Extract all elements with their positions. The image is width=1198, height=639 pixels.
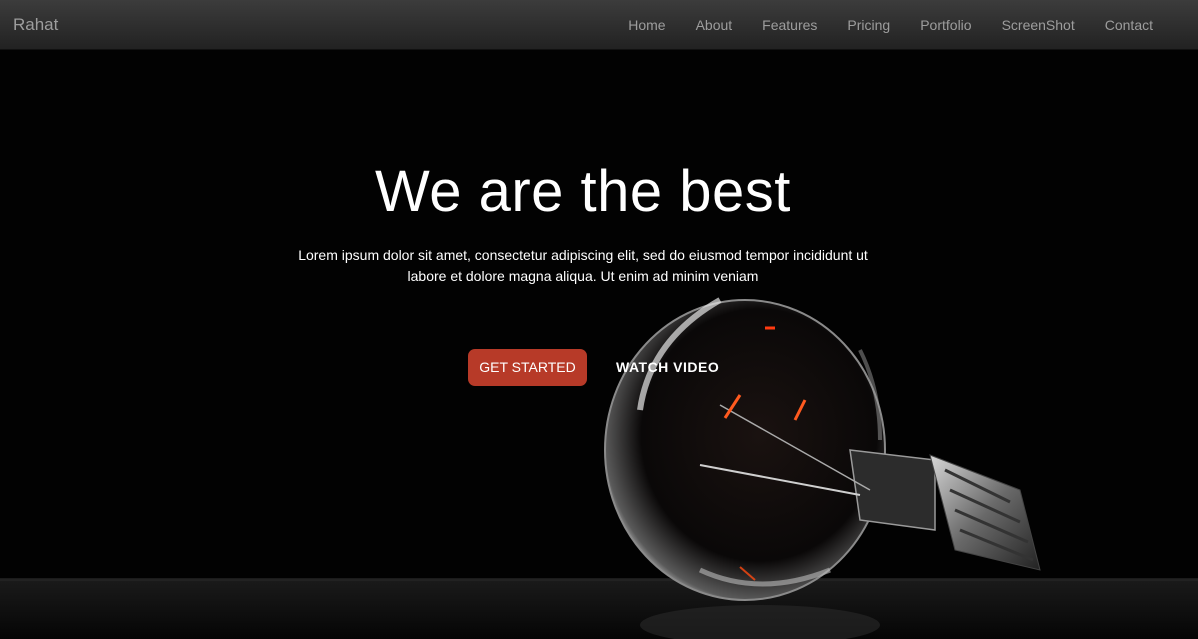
get-started-button[interactable]: GET STARTED — [468, 349, 587, 386]
landing-page: Rahat Home About Features Pricing Portfo… — [0, 0, 1198, 639]
nav-menu: Home About Features Pricing Portfolio Sc… — [613, 0, 1168, 50]
watch-video-button[interactable]: WATCH VIDEO — [616, 349, 719, 386]
brand-logo[interactable]: Rahat — [13, 15, 58, 35]
hero-section: We are the best Lorem ipsum dolor sit am… — [0, 50, 1198, 639]
hero-headline: We are the best — [375, 159, 791, 224]
nav-item-portfolio[interactable]: Portfolio — [905, 0, 986, 50]
nav-item-screenshot[interactable]: ScreenShot — [987, 0, 1090, 50]
top-navbar: Rahat Home About Features Pricing Portfo… — [0, 0, 1198, 50]
light-bulb-background-image — [0, 297, 1198, 639]
nav-item-pricing[interactable]: Pricing — [832, 0, 905, 50]
bulb-screw-base — [929, 454, 1041, 571]
nav-item-home[interactable]: Home — [613, 0, 680, 50]
nav-item-contact[interactable]: Contact — [1090, 0, 1168, 50]
nav-item-features[interactable]: Features — [747, 0, 832, 50]
nav-item-about[interactable]: About — [681, 0, 748, 50]
hero-tagline: Lorem ipsum dolor sit amet, consectetur … — [298, 247, 868, 284]
